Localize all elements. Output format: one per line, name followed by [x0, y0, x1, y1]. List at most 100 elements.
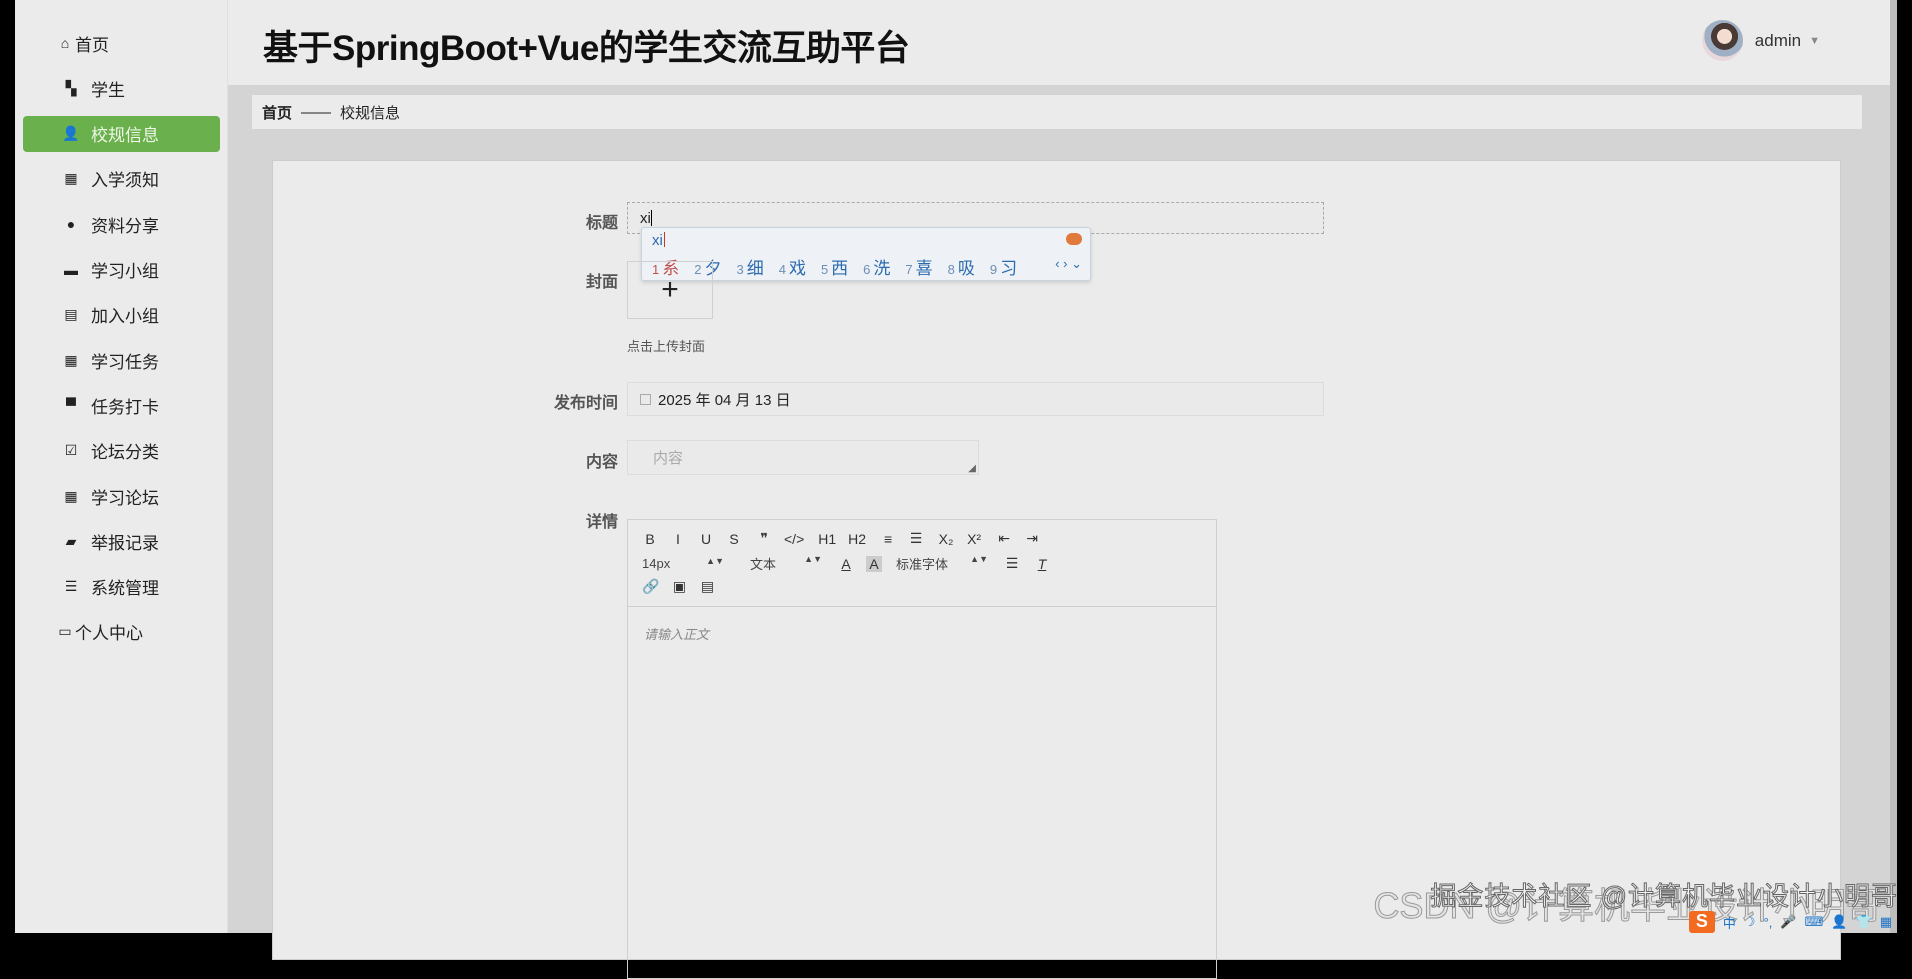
candidate-char: 习	[1000, 259, 1018, 278]
toolbar-button-5[interactable]: </>	[784, 531, 804, 547]
candidate-char: 喜	[915, 259, 933, 278]
user-menu[interactable]: admin ▼	[1701, 20, 1820, 61]
resize-handle-icon[interactable]: ◢	[968, 463, 976, 474]
toolbar-button-0[interactable]: B	[642, 531, 658, 547]
clipboard-check-icon: ☑	[64, 442, 78, 459]
cover-hint: 点击上传封面	[627, 339, 706, 354]
ime-candidate[interactable]: 3细	[736, 254, 763, 279]
sidebar-item-2[interactable]: ▚ 学生	[23, 70, 220, 106]
sidebar-item-label: 任务打卡	[91, 397, 159, 417]
breadcrumb: 首页 —— 校规信息	[252, 95, 1862, 129]
cover-upload-button[interactable]: +	[627, 261, 713, 319]
tray-icon[interactable]: ☽	[1744, 914, 1756, 930]
ime-candidate[interactable]: 8吸	[948, 254, 975, 279]
toolbar-button-1[interactable]: I	[670, 531, 686, 547]
header-select[interactable]: 文本 ▲▼	[740, 554, 822, 573]
toolbar-button-13[interactable]: ⇥	[1024, 530, 1040, 547]
avatar[interactable]	[1701, 20, 1743, 61]
main-content: 首页 —— 校规信息 标题 xi xi 1系2夕3细4戏5西6洗7喜8吸9习 ‹…	[228, 85, 1890, 979]
ime-candidate[interactable]: 5西	[821, 254, 848, 279]
sidebar-item-10[interactable]: ☑ 论坛分类	[23, 433, 220, 469]
grid-icon: ▦	[64, 487, 78, 504]
toolbar-button-4[interactable]: ❞	[756, 530, 772, 547]
sidebar-item-4[interactable]: ▦ 入学须知	[23, 161, 220, 197]
tray-icon[interactable]: ⌨	[1805, 914, 1824, 930]
sidebar-item-label: 入学须知	[91, 171, 159, 191]
app-title: 基于SpringBoot+Vue的学生交流互助平台	[263, 29, 910, 68]
date-picker[interactable]: 2025 年 04 月 13 日	[627, 382, 1324, 416]
sidebar-item-label: 学生	[91, 80, 125, 100]
tray-icon[interactable]: 🎤	[1780, 914, 1796, 930]
header: 基于SpringBoot+Vue的学生交流互助平台 admin ▼	[228, 0, 1890, 85]
toolbar-button-11[interactable]: X²	[966, 531, 982, 547]
sidebar-item-9[interactable]: ▀ 任务打卡	[23, 387, 220, 423]
sidebar-item-label: 学习小组	[91, 262, 159, 281]
scrollbar[interactable]	[1890, 0, 1897, 933]
link-icon[interactable]: 🔗	[642, 578, 659, 595]
sidebar-item-label: 举报记录	[91, 533, 159, 553]
sidebar-item-5[interactable]: ● 资料分享	[23, 206, 220, 242]
sidebar-item-8[interactable]: ▦ 学习任务	[23, 342, 220, 378]
sogou-logo[interactable]: S	[1688, 911, 1715, 933]
id-card-icon: ▚	[65, 79, 77, 96]
candidate-char: 细	[746, 259, 764, 278]
sidebar-item-label: 学习任务	[91, 352, 159, 372]
sidebar-item-6[interactable]: ▬ 学习小组	[23, 252, 220, 288]
ime-candidate[interactable]: 7喜	[905, 254, 932, 279]
sidebar-item-7[interactable]: ▤ 加入小组	[23, 297, 220, 333]
ime-skin-icon[interactable]	[1066, 233, 1082, 245]
toolbar-button-8[interactable]: ≡	[880, 531, 896, 547]
header-value: 文本	[750, 557, 777, 572]
wallet-icon: ▰	[65, 532, 77, 549]
toolbar-button-6[interactable]: H1	[818, 531, 836, 547]
sidebar-item-14[interactable]: ▭ 个人中心	[23, 613, 220, 649]
sidebar-item-11[interactable]: ▦ 学习论坛	[23, 478, 220, 514]
toolbar-button-12[interactable]: ⇤	[996, 530, 1012, 547]
toolbar-button-2[interactable]: U	[698, 531, 714, 547]
clipboard-icon: ▤	[64, 306, 78, 323]
home-icon: ⌂	[60, 35, 70, 51]
candidate-char: 西	[831, 259, 849, 278]
candidate-number: 5	[820, 262, 829, 277]
card-icon: ▭	[58, 622, 72, 639]
align-icon[interactable]: ☰	[1004, 555, 1020, 572]
font-family-value: 标准字体	[896, 557, 949, 572]
tray-icon[interactable]: ▦	[1880, 914, 1892, 930]
video-icon[interactable]: ▤	[699, 578, 715, 595]
grid-icon: ▦	[64, 351, 78, 368]
toolbar-button-10[interactable]: X₂	[938, 531, 954, 547]
candidate-char: 吸	[957, 259, 975, 278]
tray-icon[interactable]: °,	[1764, 915, 1773, 930]
toolbar-button-9[interactable]: ☰	[908, 530, 924, 547]
sidebar-item-12[interactable]: ▰ 举报记录	[23, 523, 220, 559]
content-textarea[interactable]: 内容 ◢	[627, 440, 979, 475]
ime-page-nav[interactable]: ‹ › ⌄	[1055, 256, 1082, 272]
toolbar-button-3[interactable]: S	[726, 531, 742, 547]
ime-candidate[interactable]: 6洗	[863, 254, 890, 279]
image-icon[interactable]: ▣	[671, 578, 687, 595]
font-size-select[interactable]: 14px ▲▼	[642, 556, 724, 571]
ime-candidate[interactable]: 4戏	[779, 254, 806, 279]
breadcrumb-home[interactable]: 首页	[262, 102, 292, 123]
tray-icon[interactable]: 👤	[1831, 914, 1847, 930]
sidebar-item-13[interactable]: ☰ 系统管理	[23, 569, 220, 605]
sidebar-item-1[interactable]: ⌂ 首页	[23, 25, 220, 61]
toolbar-button-7[interactable]: H2	[848, 531, 866, 547]
title-input-value: xi	[640, 209, 651, 227]
rich-text-editor: B I U S ❞ </> H1 H2 ≡ ☰ X₂ X² ⇤ ⇥ 14px ▲▼ 文本 ▲▼ A A 标准字…	[627, 519, 1217, 979]
username[interactable]: admin	[1755, 31, 1801, 51]
clear-format-icon[interactable]: T	[1034, 556, 1050, 572]
date-label: 发布时间	[553, 395, 618, 412]
sidebar-item-label: 加入小组	[91, 307, 159, 327]
tray-icon[interactable]: 👕	[1856, 914, 1872, 930]
ime-mode[interactable]: 中	[1723, 913, 1736, 932]
font-family-select[interactable]: 标准字体 ▲▼	[896, 554, 988, 573]
date-value: 2025 年 04 月 13 日	[658, 391, 791, 409]
background-color-icon[interactable]: A	[866, 555, 882, 572]
font-color-icon[interactable]: A	[838, 556, 854, 572]
ime-candidate[interactable]: 9习	[990, 254, 1017, 279]
sidebar-item-label: 学习论坛	[91, 488, 159, 508]
sidebar-item-3[interactable]: 👤 校规信息	[23, 115, 220, 152]
candidate-number: 9	[989, 262, 998, 277]
caret-down-icon[interactable]: ▼	[1809, 35, 1820, 47]
